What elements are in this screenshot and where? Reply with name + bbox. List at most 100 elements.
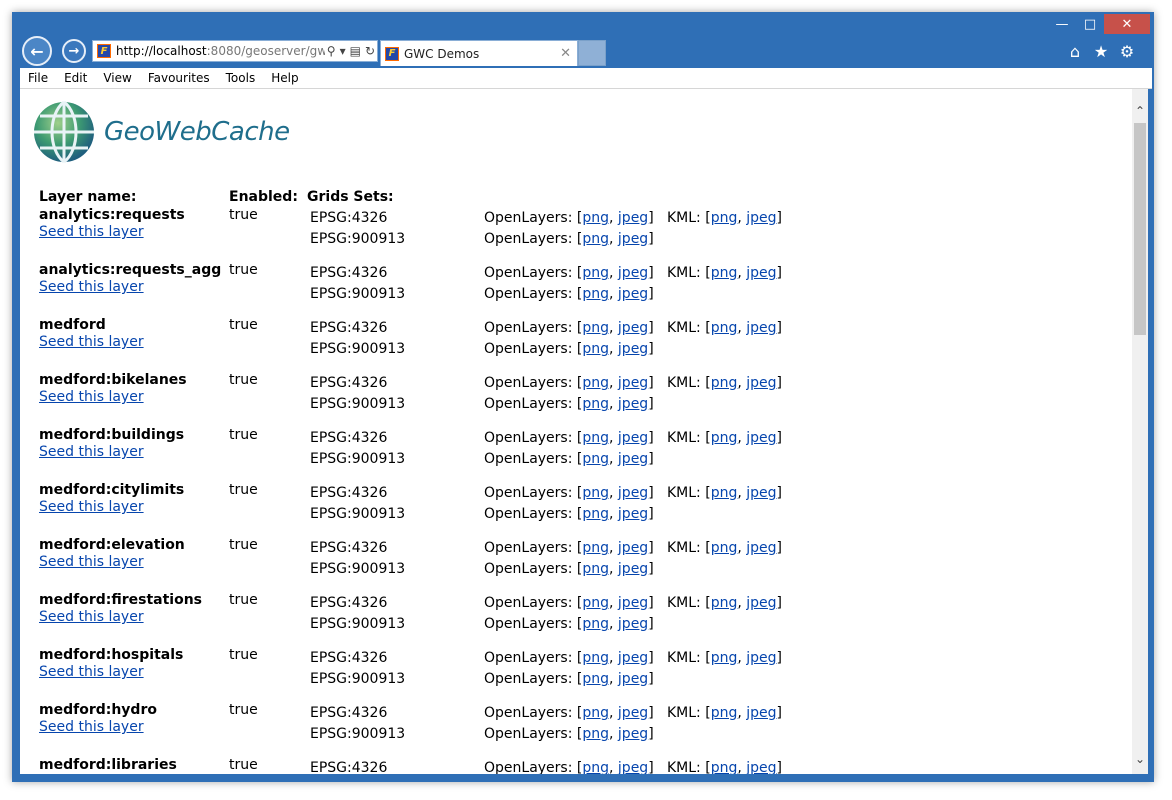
openlayers-png-link[interactable]: png [582,375,609,391]
menu-item-view[interactable]: View [95,71,139,85]
back-icon[interactable]: ← [22,36,52,66]
openlayers-png-link[interactable]: png [582,671,609,687]
menu-item-tools[interactable]: Tools [218,71,264,85]
openlayers-png-link[interactable]: png [582,760,609,774]
openlayers-png-link[interactable]: png [582,485,609,501]
openlayers-png-link[interactable]: png [582,650,609,666]
kml-jpeg-link[interactable]: jpeg [746,650,776,666]
openlayers-jpeg-link[interactable]: jpeg [618,341,648,357]
seed-layer-link[interactable]: Seed this layer [39,334,144,350]
openlayers-jpeg-link[interactable]: jpeg [618,540,648,556]
new-tab-button[interactable] [578,40,606,66]
seed-layer-link[interactable]: Seed this layer [39,554,144,570]
settings-gear-icon[interactable]: ⚙ [1118,42,1136,61]
kml-jpeg-link[interactable]: jpeg [746,265,776,281]
openlayers-jpeg-link[interactable]: jpeg [618,616,648,632]
menu-item-file[interactable]: File [20,71,56,85]
vertical-scrollbar[interactable]: ⌃ ⌄ [1132,89,1148,774]
refresh-icon[interactable]: ↻ [365,44,375,58]
seed-layer-link[interactable]: Seed this layer [39,609,144,625]
openlayers-jpeg-link[interactable]: jpeg [618,650,648,666]
scroll-down-icon[interactable]: ⌄ [1132,749,1148,769]
kml-png-link[interactable]: png [711,265,738,281]
openlayers-png-link[interactable]: png [582,430,609,446]
tab-close-icon[interactable]: ✕ [560,46,571,61]
openlayers-png-link[interactable]: png [582,396,609,412]
url-text[interactable]: http://localhost:8080/geoserver/gw [116,44,325,58]
openlayers-png-link[interactable]: png [582,540,609,556]
maximize-icon[interactable]: □ [1076,14,1104,34]
openlayers-jpeg-link[interactable]: jpeg [618,705,648,721]
kml-png-link[interactable]: png [711,320,738,336]
kml-png-link[interactable]: png [711,210,738,226]
openlayers-png-link[interactable]: png [582,286,609,302]
kml-jpeg-link[interactable]: jpeg [746,320,776,336]
openlayers-jpeg-link[interactable]: jpeg [618,671,648,687]
seed-layer-link[interactable]: Seed this layer [39,279,144,295]
openlayers-jpeg-link[interactable]: jpeg [618,320,648,336]
openlayers-jpeg-link[interactable]: jpeg [618,726,648,742]
openlayers-png-link[interactable]: png [582,616,609,632]
openlayers-jpeg-link[interactable]: jpeg [618,430,648,446]
openlayers-jpeg-link[interactable]: jpeg [618,451,648,467]
kml-jpeg-link[interactable]: jpeg [746,595,776,611]
openlayers-png-link[interactable]: png [582,595,609,611]
forward-icon[interactable]: → [62,39,86,63]
kml-png-link[interactable]: png [711,650,738,666]
kml-png-link[interactable]: png [711,540,738,556]
menu-item-edit[interactable]: Edit [56,71,95,85]
kml-jpeg-link[interactable]: jpeg [746,540,776,556]
kml-png-link[interactable]: png [711,375,738,391]
kml-png-link[interactable]: png [711,430,738,446]
scroll-up-icon[interactable]: ⌃ [1132,101,1148,121]
openlayers-png-link[interactable]: png [582,705,609,721]
close-icon[interactable]: ✕ [1104,14,1150,34]
seed-layer-link[interactable]: Seed this layer [39,444,144,460]
openlayers-jpeg-link[interactable]: jpeg [618,265,648,281]
openlayers-png-link[interactable]: png [582,341,609,357]
openlayers-jpeg-link[interactable]: jpeg [618,375,648,391]
openlayers-png-link[interactable]: png [582,451,609,467]
kml-jpeg-link[interactable]: jpeg [746,485,776,501]
search-icon[interactable]: ⚲ [327,44,336,58]
openlayers-jpeg-link[interactable]: jpeg [618,286,648,302]
menu-item-help[interactable]: Help [263,71,306,85]
address-bar[interactable]: F http://localhost:8080/geoserver/gw ⚲ ▾… [92,40,378,62]
tab-gwc-demos[interactable]: F GWC Demos ✕ [380,40,578,66]
minimize-icon[interactable]: — [1048,14,1076,34]
openlayers-jpeg-link[interactable]: jpeg [618,485,648,501]
openlayers-jpeg-link[interactable]: jpeg [618,396,648,412]
kml-png-link[interactable]: png [711,760,738,774]
openlayers-png-link[interactable]: png [582,231,609,247]
scrollbar-thumb[interactable] [1134,123,1146,335]
seed-layer-link[interactable]: Seed this layer [39,224,144,240]
seed-layer-link[interactable]: Seed this layer [39,664,144,680]
home-icon[interactable]: ⌂ [1066,42,1084,61]
kml-png-link[interactable]: png [711,485,738,501]
kml-jpeg-link[interactable]: jpeg [746,375,776,391]
menu-item-favourites[interactable]: Favourites [140,71,218,85]
compatibility-icon[interactable]: ▤ [350,44,361,58]
openlayers-png-link[interactable]: png [582,265,609,281]
favorites-star-icon[interactable]: ★ [1092,42,1110,61]
openlayers-jpeg-link[interactable]: jpeg [618,231,648,247]
openlayers-png-link[interactable]: png [582,726,609,742]
kml-png-link[interactable]: png [711,705,738,721]
seed-layer-link[interactable]: Seed this layer [39,499,144,515]
openlayers-jpeg-link[interactable]: jpeg [618,210,648,226]
openlayers-png-link[interactable]: png [582,210,609,226]
seed-layer-link[interactable]: Seed this layer [39,719,144,735]
openlayers-jpeg-link[interactable]: jpeg [618,760,648,774]
openlayers-jpeg-link[interactable]: jpeg [618,506,648,522]
kml-jpeg-link[interactable]: jpeg [746,705,776,721]
kml-jpeg-link[interactable]: jpeg [746,210,776,226]
kml-png-link[interactable]: png [711,595,738,611]
seed-layer-link[interactable]: Seed this layer [39,389,144,405]
openlayers-jpeg-link[interactable]: jpeg [618,595,648,611]
kml-jpeg-link[interactable]: jpeg [746,760,776,774]
openlayers-png-link[interactable]: png [582,561,609,577]
dropdown-icon[interactable]: ▾ [340,44,346,58]
kml-jpeg-link[interactable]: jpeg [746,430,776,446]
openlayers-png-link[interactable]: png [582,320,609,336]
openlayers-jpeg-link[interactable]: jpeg [618,561,648,577]
